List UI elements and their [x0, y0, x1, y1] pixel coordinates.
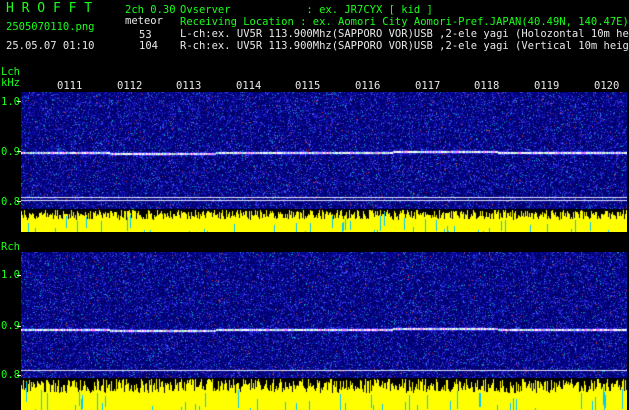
- time-label: 0114: [236, 80, 262, 92]
- app-title: H R O F F T: [6, 1, 93, 16]
- rch-description: R-ch:ex. UV5R 113.900Mhz(SAPPORO VOR)USB…: [180, 40, 629, 52]
- time-label: 0118: [474, 80, 500, 92]
- time-label: 0119: [534, 80, 560, 92]
- rch-spectrogram-canvas: [21, 252, 627, 410]
- time-label: 0115: [295, 80, 321, 92]
- time-label: 0111: [57, 80, 83, 92]
- lch-unit: kHz: [1, 77, 20, 89]
- rch-spectrogram: [21, 252, 627, 410]
- count-rch: 104: [139, 40, 158, 52]
- file-name: 2505070110.png: [6, 21, 95, 33]
- lch-spectrogram-canvas: [21, 92, 627, 232]
- lch-ytick-0-8: 0.8: [1, 196, 20, 208]
- lch-spectrogram: [21, 92, 627, 232]
- observer-line: Ovserver : ex. JR7CYX [ kid ]: [180, 4, 433, 16]
- date-time: 25.05.07 01:10: [6, 40, 95, 52]
- kind-label: meteor: [125, 15, 163, 27]
- time-label: 0120: [594, 80, 620, 92]
- rch-label: Rch: [1, 241, 20, 253]
- location-line: Receiving Location : ex. Aomori City Aom…: [180, 16, 629, 28]
- time-label: 0116: [355, 80, 381, 92]
- lch-ytick-1-0: 1.0: [1, 96, 20, 108]
- time-label: 0113: [176, 80, 202, 92]
- lch-ytick-0-9: 0.9: [1, 146, 20, 158]
- time-label: 0117: [415, 80, 441, 92]
- time-label: 0112: [117, 80, 143, 92]
- lch-description: L-ch:ex. UV5R 113.900Mhz(SAPPORO VOR)USB…: [180, 28, 629, 40]
